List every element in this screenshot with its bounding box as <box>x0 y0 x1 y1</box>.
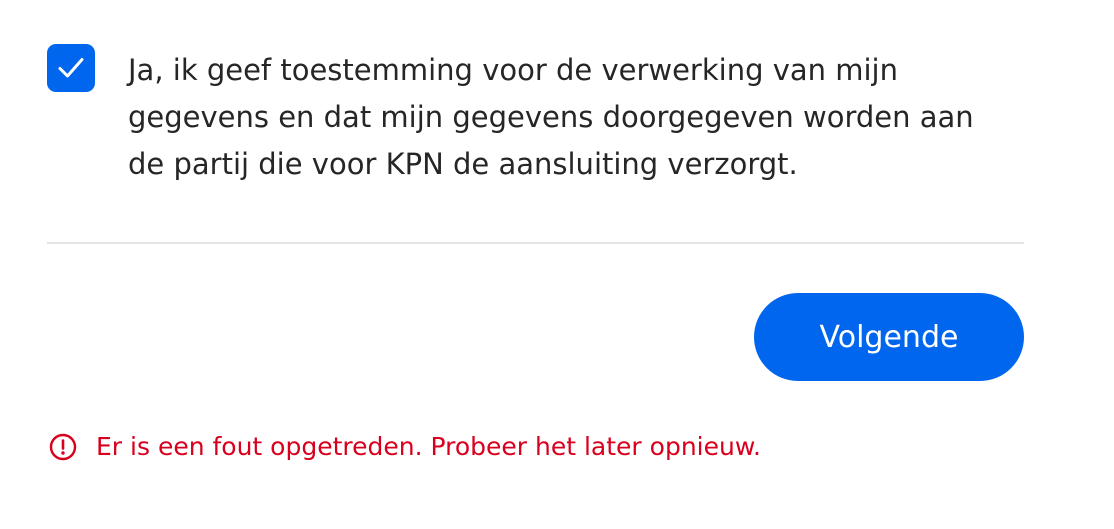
consent-row: Ja, ik geef toestemming voor de verwerki… <box>47 44 1007 188</box>
checkmark-icon <box>58 57 84 79</box>
error-message-row: Er is een fout opgetreden. Probeer het l… <box>49 432 761 461</box>
consent-form: Ja, ik geef toestemming voor de verwerki… <box>0 0 1114 529</box>
consent-checkbox[interactable] <box>47 44 95 92</box>
consent-label: Ja, ik geef toestemming voor de verwerki… <box>128 53 974 181</box>
next-button[interactable]: Volgende <box>754 293 1024 381</box>
error-message: Er is een fout opgetreden. Probeer het l… <box>96 432 761 461</box>
alert-circle-icon <box>49 433 77 461</box>
divider <box>47 242 1024 244</box>
